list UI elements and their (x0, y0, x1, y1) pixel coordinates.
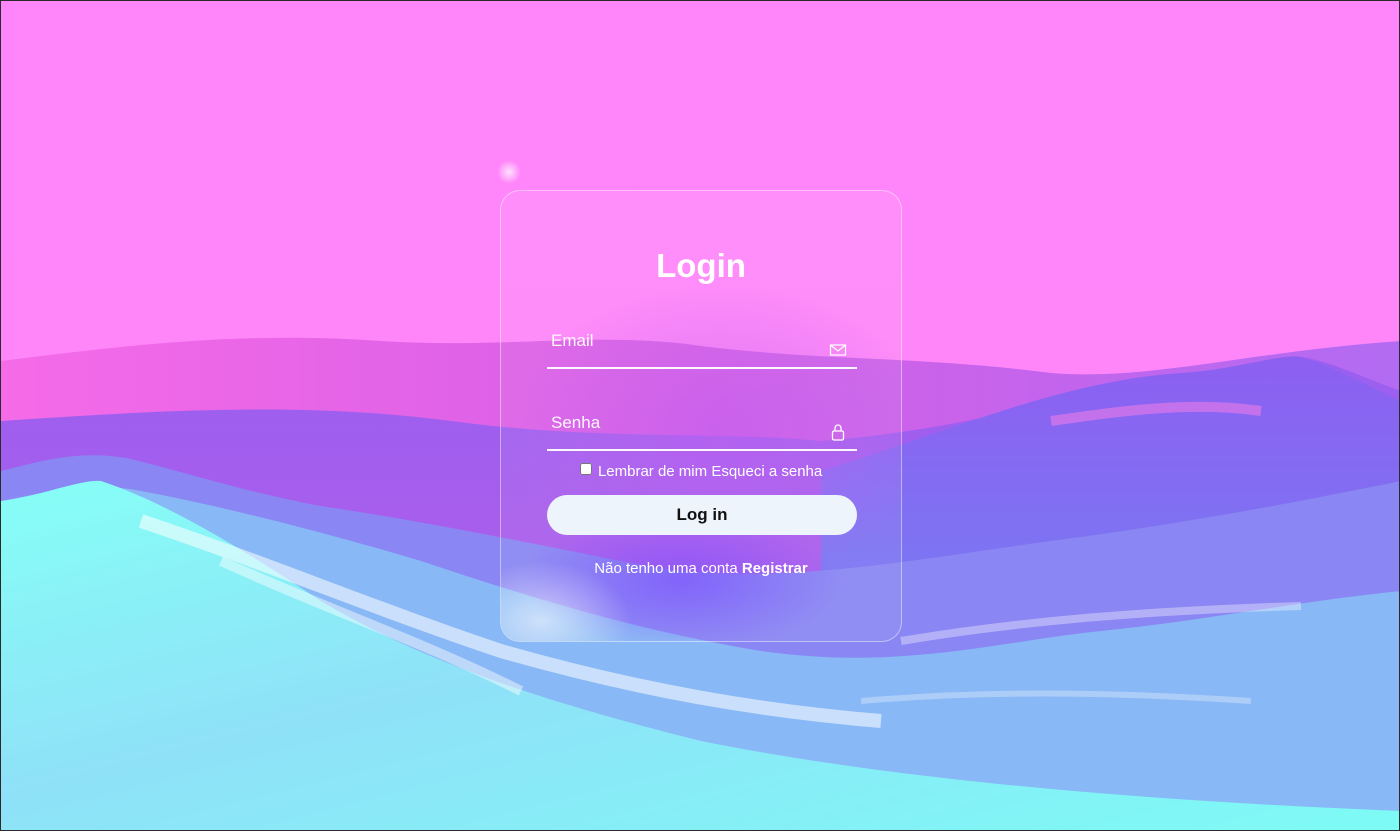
email-field (547, 321, 857, 369)
page-frame: Login Lembrar de mim Esqueci a senha Log… (0, 0, 1400, 831)
remember-row: Lembrar de mim Esqueci a senha (501, 463, 901, 480)
password-input[interactable] (547, 403, 825, 443)
login-card: Login Lembrar de mim Esqueci a senha Log… (500, 190, 902, 642)
email-input[interactable] (547, 321, 825, 361)
forgot-password-link[interactable]: Esqueci a senha (711, 463, 822, 480)
light-orb (498, 159, 520, 185)
password-field (547, 403, 857, 451)
login-title: Login (656, 247, 746, 284)
no-account-text: Não tenho uma conta (594, 560, 738, 577)
login-button[interactable]: Log in (547, 495, 857, 535)
register-link[interactable]: Registrar (742, 560, 808, 577)
lock-icon (831, 424, 845, 441)
envelope-icon (829, 344, 847, 356)
register-row: Não tenho uma conta Registrar (501, 560, 901, 577)
remember-checkbox[interactable] (579, 463, 592, 475)
remember-label[interactable]: Lembrar de mim (598, 463, 707, 480)
